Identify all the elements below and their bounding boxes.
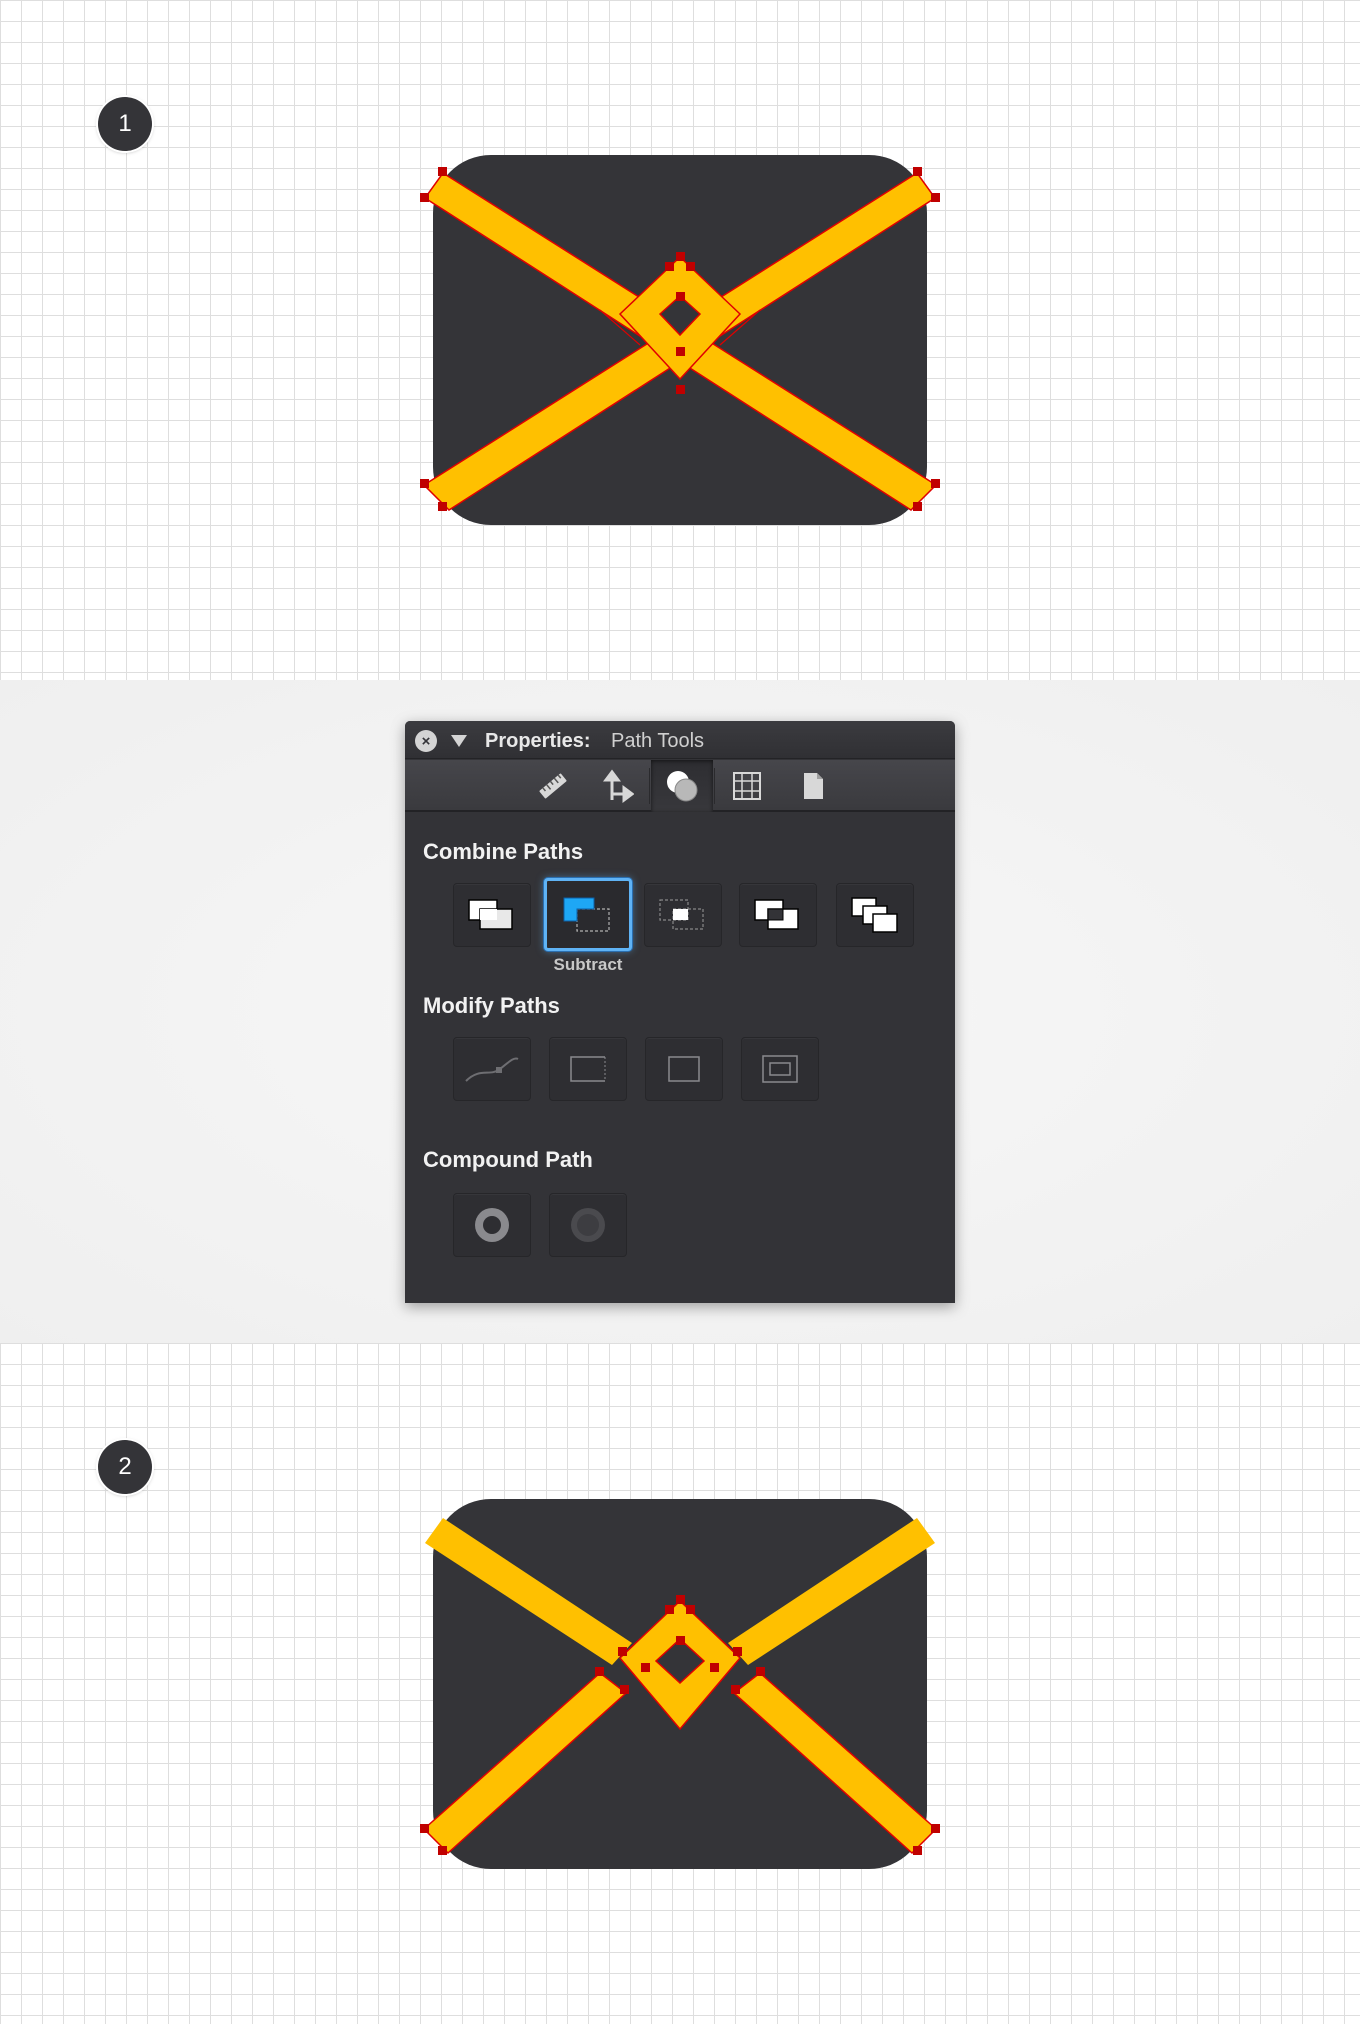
combine-paths-heading: Combine Paths bbox=[423, 839, 584, 864]
make-compound-button bbox=[453, 1193, 531, 1257]
envelope-illustration-step-1 bbox=[420, 155, 940, 525]
release-compound-button bbox=[549, 1193, 627, 1257]
curve-path-button bbox=[453, 1037, 531, 1101]
transform-arrows-icon[interactable] bbox=[585, 760, 647, 812]
close-icon[interactable]: × bbox=[415, 730, 437, 752]
panel-toolbar bbox=[405, 760, 955, 812]
grid-icon[interactable] bbox=[716, 760, 778, 812]
ruler-icon[interactable] bbox=[522, 760, 584, 812]
subtract-paths-button[interactable] bbox=[544, 878, 632, 951]
open-rect-path-button bbox=[549, 1037, 627, 1101]
properties-panel: × Properties: Path Tools Combine Paths S… bbox=[405, 721, 955, 1303]
add-paths-button[interactable] bbox=[453, 883, 531, 947]
panel-title-value: Path Tools bbox=[611, 730, 705, 752]
inset-rect-path-button bbox=[741, 1037, 819, 1101]
envelope-illustration-step-2 bbox=[420, 1499, 940, 1869]
panel-titlebar: × Properties: Path Tools bbox=[405, 721, 955, 759]
divide-paths-button[interactable] bbox=[739, 883, 817, 947]
closed-rect-path-button bbox=[645, 1037, 723, 1101]
panel-title-label: Properties: bbox=[485, 730, 591, 752]
document-icon[interactable] bbox=[782, 760, 844, 812]
path-tools-icon[interactable] bbox=[651, 760, 713, 812]
subtract-caption: Subtract bbox=[553, 955, 623, 974]
collapse-triangle-icon[interactable] bbox=[451, 735, 467, 747]
intersect-paths-button[interactable] bbox=[644, 883, 722, 947]
modify-paths-heading: Modify Paths bbox=[423, 993, 560, 1018]
compound-path-heading: Compound Path bbox=[423, 1147, 593, 1172]
xor-paths-button[interactable] bbox=[836, 883, 914, 947]
